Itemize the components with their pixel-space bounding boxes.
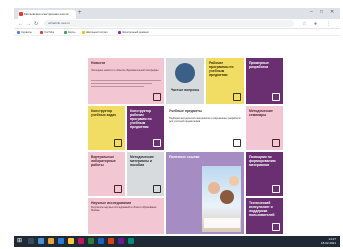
support-icon — [272, 223, 280, 231]
folder-icon — [272, 93, 280, 101]
tile-title: Полезные ссылки — [169, 155, 200, 159]
tile-title: Методические семинары — [249, 109, 273, 117]
file-explorer-icon[interactable] — [48, 238, 54, 244]
book-pages — [204, 218, 240, 228]
reload-button[interactable]: ↻ — [34, 20, 38, 28]
puzzle-icon — [114, 139, 122, 147]
tile-title: Примерные разработки — [249, 61, 269, 69]
tile-task-constructor[interactable]: Конструктор учебных задач — [88, 106, 125, 150]
system-clock[interactable]: 14:27 18.02.2021 — [321, 237, 336, 245]
app-icon[interactable] — [78, 238, 84, 244]
tile-title: Рабочие программы по учебным предметам — [209, 61, 234, 77]
presentation-icon — [272, 139, 280, 147]
bookmark-item[interactable]: Электронный дневник — [118, 30, 149, 35]
close-window-button[interactable]: ✕ — [330, 8, 334, 17]
tile-description: Результаты научных исследований в област… — [91, 206, 157, 212]
tile-title: Учебные предметы — [169, 109, 202, 113]
question-icon — [175, 63, 195, 83]
edge-icon[interactable] — [58, 238, 64, 244]
app-icon[interactable] — [128, 238, 134, 244]
bookmark-item[interactable]: Сервисы — [17, 30, 32, 35]
forward-button[interactable]: → — [26, 20, 31, 28]
address-bar[interactable]: uchebnik.mos.ru — [44, 20, 294, 27]
news-line — [91, 80, 161, 81]
tile-title: Помощник по формированию материалов — [249, 155, 276, 167]
document-icon — [233, 93, 241, 101]
maximize-button[interactable]: □ — [320, 8, 323, 17]
tile-title: Виртуальные лабораторные работы — [91, 155, 116, 167]
tile-tech-support[interactable]: Технический консультант и поддержка поль… — [246, 198, 283, 234]
tile-title: Конструктор учебных задач — [91, 109, 117, 117]
newspaper-icon — [153, 93, 161, 101]
news-line — [91, 86, 144, 87]
app-icon[interactable] — [118, 238, 124, 244]
tile-faq[interactable]: Частые вопросы — [166, 58, 204, 104]
children-photo — [202, 166, 241, 232]
tile-description: Подборки методических материалов и совре… — [169, 117, 241, 123]
tile-methodical-materials[interactable]: Методические материалы и пособия — [127, 152, 164, 196]
bookmarks-bar: Сервисы YouTube Карты Школьный портал Эл… — [14, 29, 340, 36]
minimize-button[interactable]: – — [310, 8, 313, 17]
child-figure — [208, 182, 220, 194]
tile-program-constructor[interactable]: Конструктор рабочих программ по учебным … — [127, 106, 164, 150]
clock-date: 18.02.2021 — [320, 241, 336, 245]
tile-title: Научные исследования — [91, 201, 132, 205]
maps-icon — [64, 30, 67, 34]
settings-icon — [153, 139, 161, 147]
start-button[interactable]: ⊞ — [17, 238, 22, 245]
news-line — [91, 83, 152, 84]
tile-seminars[interactable]: Методические семинары — [246, 106, 283, 150]
browser-toolbar: ← → ↻ uchebnik.mos.ru ☆ ● ⋮ — [14, 19, 340, 29]
menu-icon[interactable]: ⋮ — [326, 20, 331, 28]
youtube-icon — [40, 30, 43, 34]
account-icon[interactable]: ● — [314, 20, 317, 28]
tile-description: Последние новости и события образователь… — [91, 69, 159, 72]
tile-title: Технический консультант и поддержка поль… — [249, 201, 275, 217]
back-button[interactable]: ← — [18, 20, 23, 28]
tile-grid: Новости Последние новости и события обра… — [88, 58, 283, 234]
browser-tab[interactable]: Московская электронная школа — [18, 10, 76, 19]
powerpoint-icon[interactable] — [108, 238, 114, 244]
tile-useful-links[interactable]: Полезные ссылки — [166, 152, 244, 234]
apps-icon — [17, 30, 20, 34]
new-tab-button[interactable]: + — [78, 9, 82, 18]
book-icon — [233, 139, 241, 147]
excel-icon[interactable] — [88, 238, 94, 244]
tab-favicon-icon — [19, 12, 23, 16]
tile-title: Методические материалы и пособия — [130, 155, 154, 167]
task-view-icon[interactable] — [38, 238, 44, 244]
child-figure — [229, 176, 239, 186]
bookmark-item[interactable]: YouTube — [40, 30, 54, 35]
word-icon[interactable] — [98, 238, 104, 244]
tile-research[interactable]: Научные исследования Результаты научных … — [88, 198, 164, 234]
tile-subjects[interactable]: Учебные предметы Подборки методических м… — [166, 106, 244, 150]
star-icon[interactable]: ☆ — [302, 20, 306, 28]
tile-developments[interactable]: Примерные разработки — [246, 58, 283, 104]
bookmark-item[interactable]: Карты — [64, 30, 75, 35]
tile-title: Конструктор рабочих программ по учебным … — [130, 109, 152, 129]
bookmark-icon — [118, 30, 121, 34]
browser-tab-bar: Московская электронная школа + – □ ✕ — [14, 8, 340, 19]
lightbulb-icon — [272, 185, 280, 193]
tile-helper[interactable]: Помощник по формированию материалов — [246, 152, 283, 196]
address-text: uchebnik.mos.ru — [48, 21, 71, 25]
tile-title: Новости — [91, 61, 106, 65]
tile-virtual-labs[interactable]: Виртуальные лабораторные работы — [88, 152, 125, 196]
layers-icon — [153, 185, 161, 193]
tab-title: Московская электронная школа — [24, 12, 69, 16]
windows-taskbar: ⊞ 14:27 18.02.2021 — [14, 236, 340, 247]
bookmark-item[interactable]: Школьный портал — [82, 30, 108, 35]
bookmark-icon — [82, 30, 85, 34]
child-figure — [220, 190, 234, 204]
tile-programs[interactable]: Рабочие программы по учебным предметам — [206, 58, 244, 104]
search-icon[interactable] — [28, 238, 34, 244]
tile-news[interactable]: Новости Последние новости и события обра… — [88, 58, 164, 104]
tile-title: Частые вопросы — [170, 88, 200, 92]
flask-icon — [114, 185, 122, 193]
chrome-icon[interactable] — [68, 238, 74, 244]
